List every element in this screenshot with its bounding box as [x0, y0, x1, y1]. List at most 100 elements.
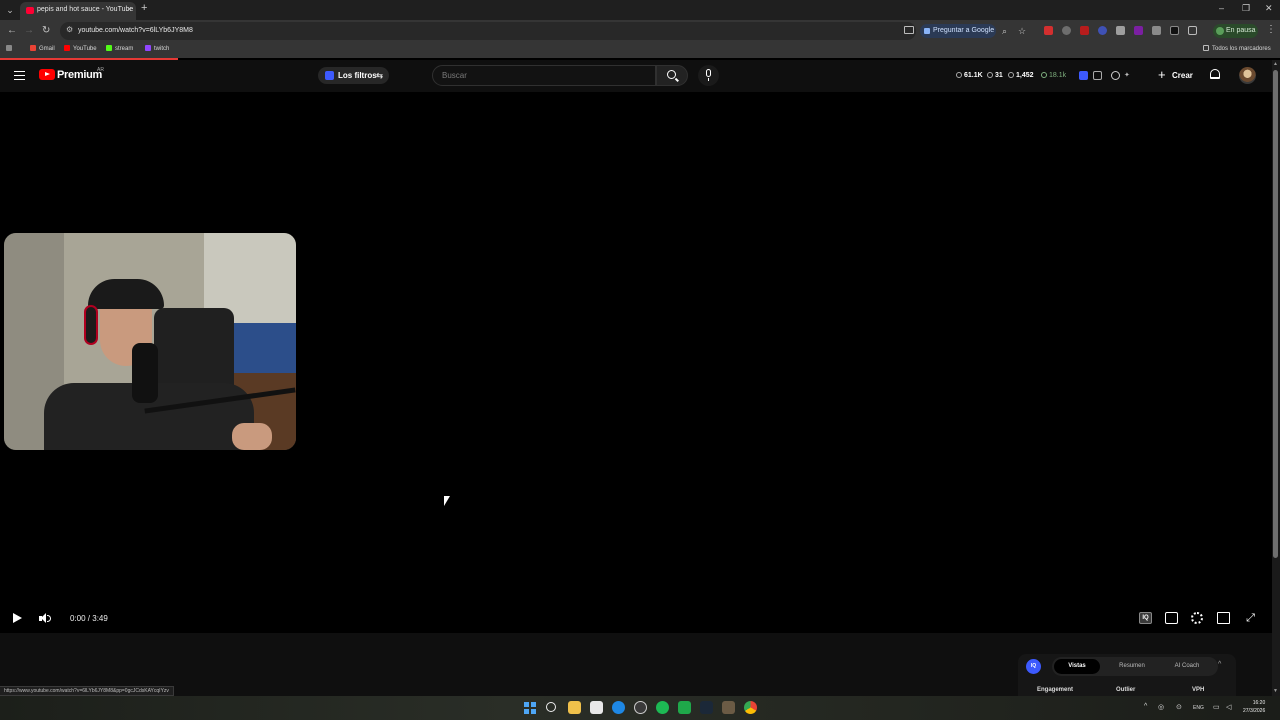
- browser-menu-icon[interactable]: ⋮: [1266, 24, 1276, 35]
- video-player[interactable]: [0, 92, 1272, 693]
- address-bar[interactable]: ⚙ youtube.com/watch?v=6lLYb6JY8M8: [60, 22, 916, 40]
- chevron-up-icon[interactable]: ^: [1218, 661, 1221, 668]
- bookmark-label: Todos los marcadores: [1212, 46, 1271, 52]
- filters-button[interactable]: Los filtros ⇆: [318, 67, 389, 84]
- search-input[interactable]: [433, 66, 653, 85]
- notifications-bell-icon[interactable]: [1210, 69, 1220, 79]
- obs-icon[interactable]: [634, 701, 647, 714]
- theater-mode-icon[interactable]: [1217, 612, 1230, 624]
- sparkle-icon[interactable]: ✦: [1124, 71, 1133, 80]
- bookmark-star-icon[interactable]: ☆: [1018, 25, 1026, 37]
- bookmark-label: stream: [115, 46, 134, 52]
- speaker-cone: [41, 613, 46, 623]
- network-tray-icon[interactable]: ◎: [1158, 703, 1164, 711]
- scrollbar-thumb[interactable]: [1273, 70, 1278, 558]
- profile-paused-button[interactable]: En pausa: [1213, 24, 1258, 38]
- bookmark-youtube[interactable]: YouTube: [64, 45, 97, 52]
- excel-icon[interactable]: [678, 701, 691, 714]
- extension-red-icon[interactable]: [1044, 26, 1053, 35]
- new-tab-icon[interactable]: +: [141, 2, 147, 14]
- all-bookmarks-folder[interactable]: Todos los marcadores: [1203, 45, 1271, 52]
- vidiq-tabs: Vistas Resumen AI Coach: [1052, 657, 1218, 676]
- reload-icon[interactable]: ↻: [42, 25, 50, 37]
- search-icon[interactable]: [546, 702, 556, 712]
- settings-gear-icon[interactable]: [1191, 612, 1203, 624]
- tray-overflow-icon[interactable]: ^: [1144, 703, 1147, 710]
- bookmark-stream[interactable]: stream: [106, 45, 133, 52]
- create-button[interactable]: + Crear: [1152, 67, 1195, 84]
- volume-icon[interactable]: [39, 613, 51, 624]
- voice-search-button[interactable]: [698, 65, 719, 86]
- vidiq-player-button[interactable]: IQ: [1139, 612, 1152, 624]
- scroll-down-icon[interactable]: ▼: [1273, 688, 1278, 694]
- award-icon[interactable]: [1111, 71, 1120, 80]
- vidiq-icon[interactable]: [1079, 71, 1088, 80]
- restore-icon[interactable]: ❐: [1242, 3, 1250, 14]
- webcam-video-frame: [4, 233, 296, 450]
- youtube-premium-logo-text[interactable]: Premium: [57, 69, 102, 81]
- search-box: [432, 65, 656, 86]
- spotify-icon[interactable]: [656, 701, 669, 714]
- mic-tray-icon[interactable]: ⊙: [1176, 703, 1182, 711]
- browser-tab-active[interactable]: pepis and hot sauce - YouTube ×: [20, 2, 136, 20]
- cast-icon[interactable]: [904, 26, 914, 34]
- extension-purple-icon[interactable]: [1134, 26, 1143, 35]
- forward-icon[interactable]: →: [24, 25, 34, 37]
- language-indicator[interactable]: ENG: [1193, 705, 1204, 711]
- extension-c-icon[interactable]: [1152, 26, 1161, 35]
- display-tray-icon[interactable]: ▭: [1213, 703, 1220, 711]
- bookmark-gmail[interactable]: Gmail: [30, 45, 55, 52]
- tab-title: pepis and hot sauce - YouTube: [37, 6, 134, 13]
- windows-taskbar: ^ ◎ ⊙ ENG ▭ ◁ 16:20 27/3/2026: [0, 696, 1280, 720]
- scroll-up-icon[interactable]: ▲: [1273, 61, 1278, 67]
- youtube-logo-icon[interactable]: [39, 69, 55, 80]
- vidiq-logo-icon[interactable]: IQ: [1026, 659, 1041, 674]
- tab-resumen[interactable]: Resumen: [1108, 659, 1156, 674]
- apps-grid-icon[interactable]: [6, 45, 15, 52]
- tab-ai-coach[interactable]: AI Coach: [1162, 659, 1212, 674]
- headphones-icon: [84, 305, 98, 345]
- url-text[interactable]: youtube.com/watch?v=6lLYb6JY8M8: [78, 27, 193, 34]
- volume-tray-icon[interactable]: ◁: [1226, 703, 1231, 711]
- person-hair: [88, 279, 164, 309]
- extension-blue-icon[interactable]: [1098, 26, 1107, 35]
- extensions-puzzle-icon[interactable]: [1188, 26, 1197, 35]
- steam-icon[interactable]: [700, 701, 713, 714]
- play-icon[interactable]: [13, 613, 22, 623]
- create-label: Crear: [1172, 71, 1193, 80]
- zoom-icon[interactable]: ⌕: [1002, 25, 1007, 37]
- search-button[interactable]: [656, 65, 688, 86]
- page-scrollbar[interactable]: ▲ ▼: [1272, 60, 1280, 696]
- list-icon[interactable]: [1093, 71, 1102, 80]
- site-info-icon[interactable]: ⚙: [66, 25, 73, 34]
- stat-comments-value: 31: [995, 72, 1003, 79]
- store-icon[interactable]: [590, 701, 603, 714]
- tab-vistas[interactable]: Vistas: [1054, 659, 1100, 674]
- edge-icon[interactable]: [612, 701, 625, 714]
- subtitles-icon[interactable]: [1165, 612, 1178, 624]
- chrome-icon[interactable]: [744, 701, 757, 714]
- taskbar-clock[interactable]: 16:20 27/3/2026: [1243, 699, 1265, 715]
- menu-hamburger-icon[interactable]: [14, 71, 25, 80]
- fullscreen-icon[interactable]: ⤢: [1244, 612, 1257, 624]
- extension-dark-icon[interactable]: [1170, 26, 1179, 35]
- stat-watching-value: 1,452: [1016, 72, 1034, 79]
- avatar[interactable]: [1239, 67, 1256, 84]
- minimize-icon[interactable]: –: [1219, 3, 1224, 13]
- extension-gray-icon[interactable]: [1062, 26, 1071, 35]
- window-close-icon[interactable]: ✕: [1265, 3, 1273, 14]
- eye-icon: [987, 72, 993, 78]
- filters-extension-icon: [325, 71, 334, 80]
- extension-square-icon[interactable]: [1116, 26, 1125, 35]
- back-icon[interactable]: ←: [7, 25, 17, 37]
- tab-close-icon[interactable]: ×: [127, 4, 132, 14]
- person-hand: [232, 423, 272, 450]
- bookmark-twitch[interactable]: twitch: [145, 45, 169, 52]
- windows-start-icon[interactable]: [524, 702, 536, 714]
- file-explorer-icon[interactable]: [568, 701, 581, 714]
- tab-search-icon[interactable]: ⌄: [3, 3, 17, 17]
- ask-google-button[interactable]: Preguntar a Google: [920, 24, 996, 38]
- app-icon[interactable]: [722, 701, 735, 714]
- person-icon: [1041, 72, 1047, 78]
- ublock-icon[interactable]: [1080, 26, 1089, 35]
